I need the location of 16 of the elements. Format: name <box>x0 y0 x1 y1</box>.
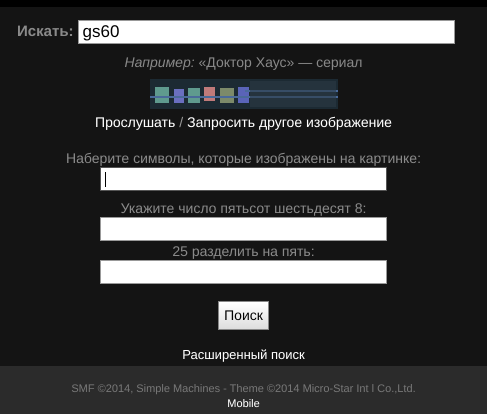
advanced-search-link[interactable]: Расширенный поиск <box>182 347 305 362</box>
search-button[interactable]: Поиск <box>218 301 269 330</box>
input-field[interactable] <box>100 260 387 284</box>
copyright-text: SMF ©2014, Simple Machines - Theme ©2014 Micro-Star Int l Co.,Ltd. <box>71 383 416 395</box>
link-separator: / <box>179 113 184 132</box>
search-label: Искать: <box>17 22 74 42</box>
field-label: Укажите число пятьсот шестьдесят 8: <box>120 200 366 216</box>
field-label: 25 разделить на пять: <box>172 243 315 259</box>
captcha-link[interactable]: Прослушать <box>95 112 176 133</box>
input-field[interactable] <box>100 217 387 241</box>
input-field[interactable] <box>100 167 387 191</box>
search-field[interactable]: gs60 <box>78 20 455 44</box>
mobile-link[interactable]: Mobile <box>227 398 260 410</box>
field-label: Наберите символы, которые изображены на картинке: <box>66 150 421 166</box>
example-hint: Например: «Доктор Хаус» — сериал <box>124 54 362 70</box>
captcha-link[interactable]: Запросить другое изображение <box>187 112 392 133</box>
